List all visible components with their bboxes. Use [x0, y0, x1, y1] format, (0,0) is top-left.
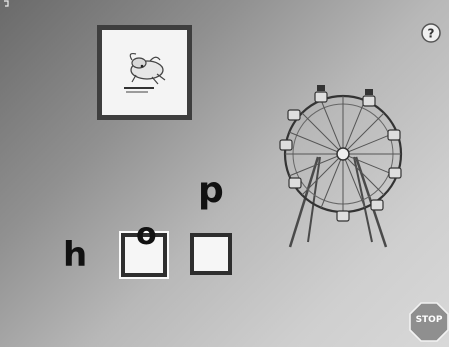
- first-letter: h: [63, 235, 88, 275]
- help-symbol: ?: [428, 27, 435, 41]
- letter-slot-2[interactable]: [190, 233, 232, 275]
- hop-picture-icon: [124, 53, 166, 93]
- word-picture-card[interactable]: [97, 25, 192, 120]
- game-stage: h o p ? STOP: [0, 0, 449, 347]
- stop-button[interactable]: [409, 302, 449, 342]
- placed-letter[interactable]: o: [136, 220, 157, 250]
- ferris-wheel-icon: [279, 85, 403, 248]
- corner-mark: [4, 0, 9, 7]
- draggable-letter[interactable]: p: [198, 173, 224, 209]
- help-button[interactable]: ?: [421, 23, 441, 43]
